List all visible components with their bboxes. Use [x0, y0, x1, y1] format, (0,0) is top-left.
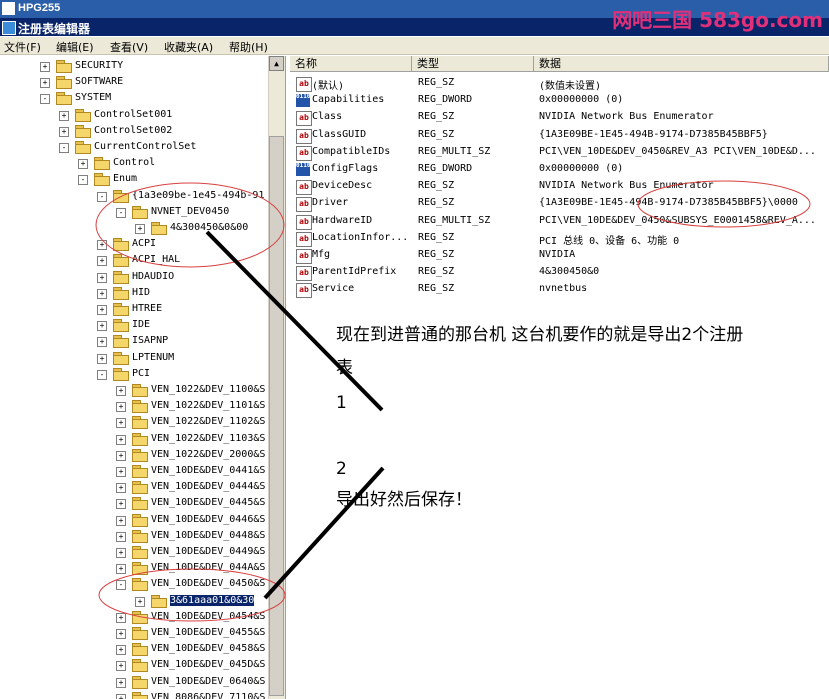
annotation-overlay [95, 180, 811, 622]
highlight-ellipse-pci [98, 568, 286, 622]
highlight-ellipse-nvnet [95, 182, 285, 268]
pointer-line-2 [263, 466, 385, 600]
pointer-line-1 [205, 230, 384, 412]
highlight-ellipse-driver [637, 180, 811, 228]
